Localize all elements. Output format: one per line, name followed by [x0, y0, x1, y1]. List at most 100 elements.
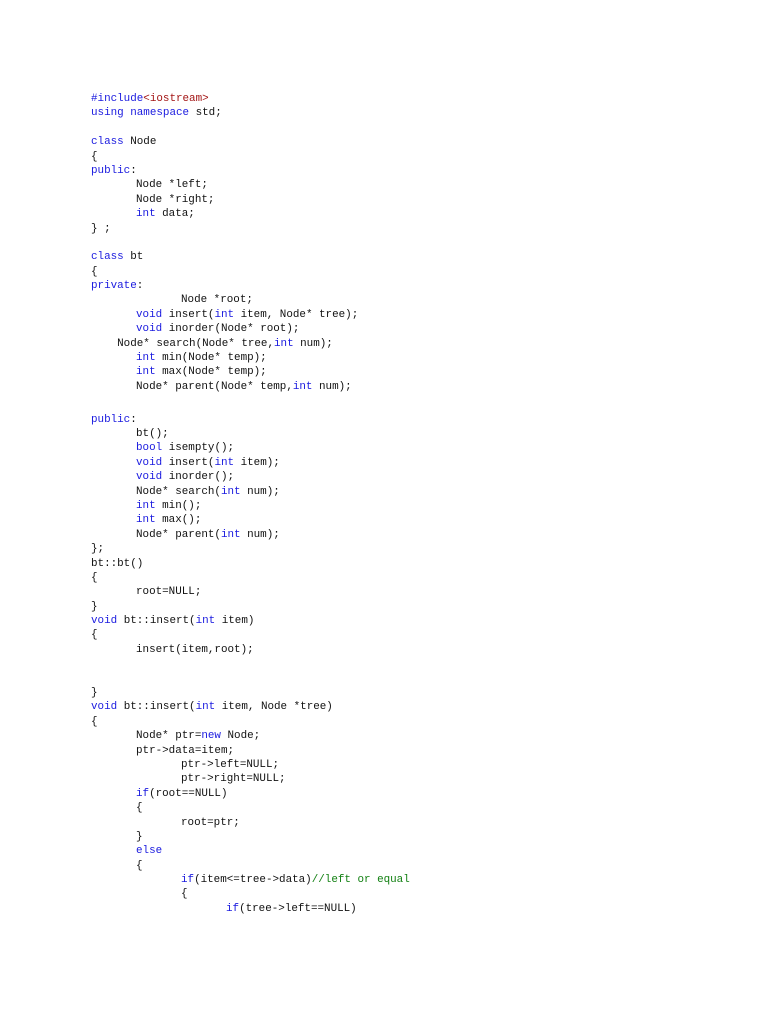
code-line: bool isempty(); [91, 441, 410, 455]
code-text: ptr->right=NULL; [91, 773, 286, 786]
code-line: } [91, 600, 410, 614]
code-text: { [91, 888, 188, 901]
code-keyword: void [91, 615, 118, 628]
code-text: root=NULL; [91, 586, 202, 599]
code-line: { [91, 887, 410, 901]
code-keyword: int [136, 352, 156, 365]
code-text: item, Node* tree); [234, 308, 359, 321]
code-text: }; [91, 543, 105, 556]
code-listing: #include<iostream> using namespace std; cl… [91, 92, 410, 916]
code-text: { [91, 859, 143, 872]
code-text: min(Node* temp); [155, 352, 267, 365]
code-line: ptr->right=NULL; [91, 772, 410, 786]
code-text: { [91, 571, 98, 584]
code-text: Node* search(Node* tree, [91, 337, 274, 350]
code-text: ptr->data=item; [91, 744, 235, 757]
code-line: if(root==NULL) [91, 787, 410, 801]
code-keyword: if [136, 787, 150, 800]
code-keyword: int [136, 514, 156, 527]
code-line: private: [91, 279, 410, 293]
code-line: bt::bt() [91, 557, 410, 571]
code-text: num); [240, 528, 280, 541]
code-line: } [91, 686, 410, 700]
code-line: int max(Node* temp); [91, 365, 410, 379]
code-text: min(); [155, 499, 202, 512]
code-keyword: int [220, 528, 241, 541]
code-keyword: int [292, 380, 313, 393]
code-text: Node* search( [91, 485, 221, 498]
code-line: #include<iostream> [91, 92, 410, 106]
code-text: ptr->left=NULL; [91, 758, 280, 771]
code-text: num); [240, 485, 280, 498]
code-keyword: class [91, 136, 124, 149]
code-line: int max(); [91, 513, 410, 527]
code-text: } ; [91, 222, 111, 235]
code-keyword: bool [136, 442, 163, 455]
code-text: isempty(); [162, 442, 235, 455]
code-text: num); [293, 337, 333, 350]
code-line: Node* parent(int num); [91, 528, 410, 542]
code-keyword: if [226, 902, 240, 915]
code-keyword: int [274, 337, 294, 350]
code-text: bt::insert( [117, 701, 196, 714]
code-keyword: void [136, 456, 163, 469]
code-line: public: [91, 164, 410, 178]
code-line: public: [91, 413, 410, 427]
code-keyword: void [136, 471, 163, 484]
code-keyword: void [136, 323, 163, 336]
code-line: { [91, 150, 410, 164]
code-line: { [91, 628, 410, 642]
code-line: } [91, 830, 410, 844]
code-text: (root==NULL) [149, 787, 228, 800]
code-line: class bt [91, 250, 410, 264]
code-line: insert(item,root); [91, 643, 410, 657]
code-text: Node [123, 136, 157, 149]
code-text: Node* parent( [91, 528, 221, 541]
code-line: int data; [91, 207, 410, 221]
code-keyword: namespace [130, 107, 190, 120]
code-text: } [91, 600, 98, 613]
code-keyword: public [91, 164, 131, 177]
code-line: { [91, 859, 410, 873]
code-keyword: int [195, 701, 216, 714]
code-line: void insert(int item); [91, 456, 410, 470]
code-text: : [136, 280, 144, 293]
code-line: ptr->left=NULL; [91, 758, 410, 772]
code-line: { [91, 571, 410, 585]
code-line: void inorder(Node* root); [91, 322, 410, 336]
code-text: (item<=tree->data) [194, 874, 312, 887]
code-text: bt(); [91, 427, 169, 440]
code-line: ptr->data=item; [91, 744, 410, 758]
code-text: item, Node *tree) [215, 701, 333, 714]
code-text: : [130, 413, 137, 426]
code-text: max(); [155, 514, 202, 527]
code-line: void bt::insert(int item, Node *tree) [91, 700, 410, 714]
code-keyword: using [91, 107, 124, 120]
code-comment: //left or equal [311, 874, 410, 887]
code-text: Node* parent(Node* temp, [91, 380, 293, 393]
code-line: } ; [91, 222, 410, 236]
code-line: int min(Node* temp); [91, 351, 410, 365]
code-keyword: else [136, 845, 163, 858]
code-keyword: int [136, 366, 156, 379]
code-line: Node* parent(Node* temp,int num); [91, 380, 410, 394]
code-line: { [91, 715, 410, 729]
code-line: { [91, 801, 410, 815]
code-line: int min(); [91, 499, 410, 513]
code-line: if(item<=tree->data)//left or equal [91, 873, 410, 887]
code-line: bt(); [91, 427, 410, 441]
code-text: { [91, 802, 143, 815]
code-text: root=ptr; [91, 816, 240, 829]
code-keyword: int [214, 456, 235, 469]
code-text: { [91, 150, 98, 163]
code-keyword: public [91, 413, 131, 426]
code-text: : [130, 164, 137, 177]
